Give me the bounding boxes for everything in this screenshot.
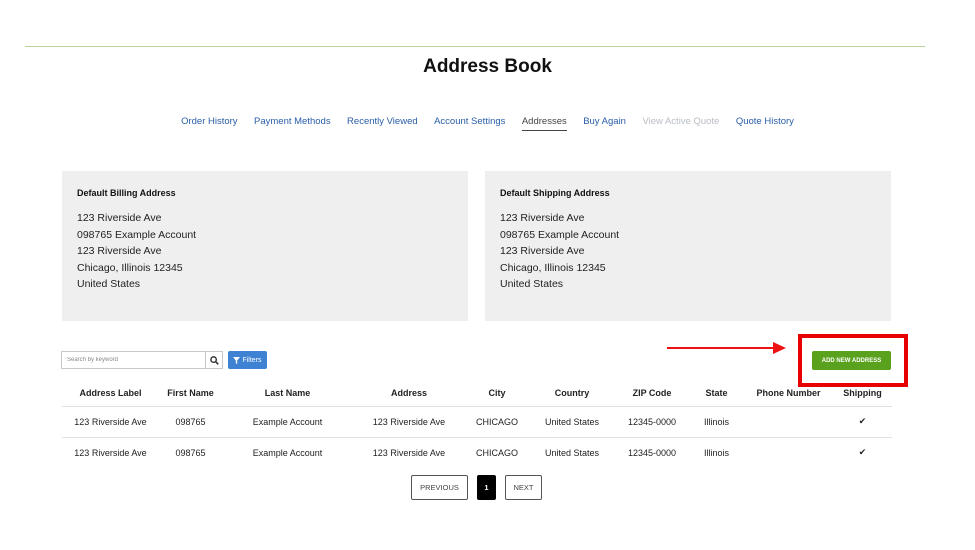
cell-first-name: 098765 [159, 436, 222, 468]
cell-last-name: Example Account [222, 436, 353, 468]
add-new-address-button[interactable]: ADD NEW ADDRESS [812, 351, 891, 370]
billing-line-2: 098765 Example Account [77, 228, 197, 241]
billing-title: Default Billing Address [77, 188, 176, 198]
default-shipping-card: Default Shipping Address 123 Riverside A… [485, 171, 891, 321]
nav-payment-methods[interactable]: Payment Methods [254, 116, 331, 130]
annotation-arrow-head [773, 342, 786, 354]
search-box [61, 351, 223, 369]
col-state[interactable]: State [689, 381, 744, 406]
nav-recently-viewed[interactable]: Recently Viewed [347, 116, 418, 130]
address-table: Address Label First Name Last Name Addre… [62, 381, 892, 468]
nav-addresses[interactable]: Addresses [521, 116, 567, 131]
next-page-button[interactable]: NEXT [505, 475, 542, 500]
shipping-line-3: 123 Riverside Ave [500, 245, 585, 257]
col-first-name[interactable]: First Name [159, 381, 222, 406]
cell-last-name: Example Account [222, 405, 353, 437]
filter-icon [233, 356, 241, 364]
cell-country: United States [529, 436, 615, 468]
billing-line-3: 123 Riverside Ave [77, 245, 162, 257]
cell-zip-code: 12345-0000 [615, 405, 689, 437]
cell-first-name: 098765 [159, 405, 222, 437]
search-input[interactable] [61, 351, 205, 369]
cell-phone-number [744, 405, 833, 437]
account-nav: Order History Payment Methods Recently V… [0, 111, 975, 131]
cell-state: Illinois [689, 405, 744, 437]
shipping-line-5: United States [500, 278, 564, 290]
nav-buy-again[interactable]: Buy Again [583, 116, 626, 130]
table-header-row: Address Label First Name Last Name Addre… [62, 381, 892, 406]
cell-city: CHICAGO [465, 405, 529, 437]
cell-address-label: 123 Riverside Ave [62, 436, 159, 468]
page-title: Address Book [423, 56, 552, 77]
default-billing-card: Default Billing Address 123 Riverside Av… [62, 171, 468, 321]
billing-line-5: United States [77, 278, 141, 290]
search-button[interactable] [205, 351, 223, 369]
cell-city: CHICAGO [465, 436, 529, 468]
col-address-label[interactable]: Address Label [62, 381, 159, 406]
filters-label: Filters [242, 356, 262, 364]
cell-state: Illinois [689, 436, 744, 468]
top-divider [25, 46, 925, 47]
table-row[interactable]: 123 Riverside Ave 098765 Example Account… [62, 436, 892, 468]
col-last-name[interactable]: Last Name [222, 381, 353, 406]
search-icon [209, 355, 219, 365]
shipping-line-1: 123 Riverside Ave [500, 212, 585, 224]
table-row[interactable]: 123 Riverside Ave 098765 Example Account… [62, 405, 892, 438]
annotation-arrow-line [667, 347, 775, 349]
cell-address: 123 Riverside Ave [353, 405, 465, 437]
cell-address-label: 123 Riverside Ave [62, 405, 159, 437]
col-country[interactable]: Country [529, 381, 615, 406]
shipping-title: Default Shipping Address [500, 188, 610, 198]
cell-phone-number [744, 436, 833, 468]
col-shipping[interactable]: Shipping [833, 381, 892, 406]
page-number-button[interactable]: 1 [477, 475, 496, 500]
nav-quote-history[interactable]: Quote History [736, 116, 794, 130]
pagination: PREVIOUS 1 NEXT [411, 475, 542, 500]
col-zip-code[interactable]: ZIP Code [615, 381, 689, 406]
cell-address: 123 Riverside Ave [353, 436, 465, 468]
billing-line-1: 123 Riverside Ave [77, 212, 162, 224]
nav-order-history[interactable]: Order History [181, 116, 237, 130]
check-icon: ✔ [833, 436, 892, 468]
filters-button[interactable]: Filters [228, 351, 267, 369]
col-city[interactable]: City [465, 381, 529, 406]
shipping-line-2: 098765 Example Account [500, 228, 620, 241]
check-icon: ✔ [833, 405, 892, 438]
previous-page-button[interactable]: PREVIOUS [411, 475, 468, 500]
nav-account-settings[interactable]: Account Settings [434, 116, 505, 130]
shipping-line-4: Chicago, Illinois 12345 [500, 261, 606, 274]
col-address[interactable]: Address [353, 381, 465, 406]
cell-country: United States [529, 405, 615, 437]
cell-zip-code: 12345-0000 [615, 436, 689, 468]
col-phone-number[interactable]: Phone Number [744, 381, 833, 406]
billing-line-4: Chicago, Illinois 12345 [77, 261, 183, 274]
nav-view-active-quote: View Active Quote [642, 116, 720, 127]
